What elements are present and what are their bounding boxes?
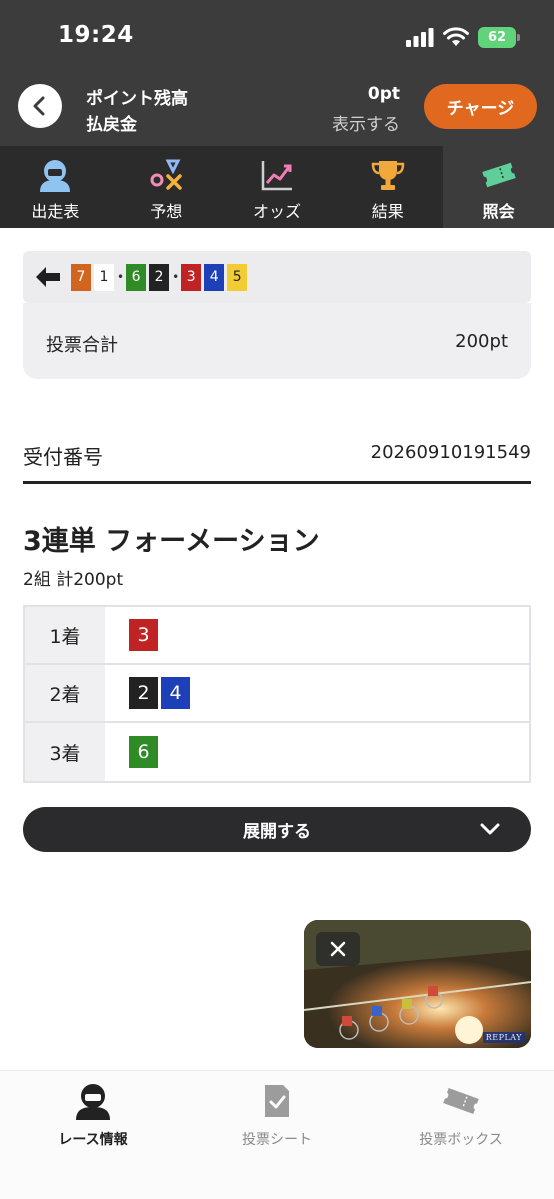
- bottom-nav-race-info[interactable]: レース情報: [23, 1081, 163, 1149]
- bottom-navigation: レース情報 投票シート 投票ボックス: [0, 1070, 554, 1199]
- odds-chart-icon: [258, 158, 296, 192]
- status-icons: 62: [406, 25, 520, 49]
- trophy-icon: [369, 158, 407, 192]
- expand-label: 展開する: [243, 822, 311, 842]
- refund-label: 払戻金: [86, 115, 137, 135]
- close-icon: [330, 941, 346, 957]
- point-balance-label: ポイント残高: [86, 89, 188, 109]
- position-numbers: 3: [129, 607, 158, 663]
- vote-sheet-icon: [257, 1081, 297, 1121]
- expand-button[interactable]: 展開する: [23, 807, 531, 852]
- ticket-combination: 7 1 • 6 2 • 3 4 5: [71, 263, 250, 291]
- bike-number: 5: [227, 263, 248, 291]
- tab-label: 予想: [150, 202, 183, 221]
- battery-indicator: 62: [478, 26, 520, 48]
- bike-number: 1: [94, 263, 114, 291]
- bottom-nav-vote-box[interactable]: 投票ボックス: [391, 1081, 531, 1149]
- replay-badge: REPLAY: [482, 1032, 525, 1043]
- tab-label: 照会: [482, 202, 515, 221]
- receipt-number-label: 受付番号: [23, 445, 103, 469]
- ticket-summary: 7 1 • 6 2 • 3 4 5: [23, 251, 531, 303]
- formation-table: 1着 3 2着 2 4 3着 6: [23, 605, 531, 783]
- bike-number: 3: [129, 619, 158, 651]
- receipt-number-value: 20260910191549: [370, 442, 531, 463]
- ticket-icon: [480, 158, 518, 192]
- position-label: 1着: [25, 607, 105, 663]
- position-label: 3着: [25, 723, 105, 781]
- table-row: 1着 3: [25, 607, 529, 665]
- tab-label: 結果: [371, 202, 404, 221]
- vote-total-box: 投票合計 200pt: [23, 303, 531, 379]
- bike-number: 6: [126, 263, 147, 291]
- bet-summary: 2組 計200pt: [23, 570, 124, 590]
- table-row: 2着 2 4: [25, 665, 529, 723]
- racer-icon: [36, 158, 74, 192]
- bottom-nav-label: 投票ボックス: [419, 1132, 503, 1148]
- vote-total-value: 200pt: [455, 331, 508, 352]
- status-time: 19:24: [58, 22, 134, 48]
- separator-dot: •: [117, 270, 125, 284]
- position-label: 2着: [25, 665, 105, 721]
- bottom-nav-vote-sheet[interactable]: 投票シート: [207, 1081, 347, 1149]
- divider: [23, 481, 531, 484]
- charge-button[interactable]: チャージ: [424, 84, 537, 129]
- point-balance-value: 0pt: [367, 84, 400, 104]
- main-tabs: 出走表 予想 オッズ 結果 照会: [0, 146, 554, 228]
- bike-number: 6: [129, 736, 158, 768]
- signal-icon: [406, 28, 434, 47]
- bike-number: 2: [129, 677, 158, 709]
- app-header: 19:24 62 ポイント残高 払戻金 0pt 表示する チャージ: [0, 0, 554, 146]
- tab-odds[interactable]: オッズ: [222, 146, 333, 228]
- tab-results[interactable]: 結果: [332, 146, 443, 228]
- bottom-nav-label: 投票シート: [242, 1132, 312, 1148]
- show-refund-link[interactable]: 表示する: [332, 110, 400, 135]
- tab-inquiry[interactable]: 照会: [443, 146, 554, 228]
- close-video-button[interactable]: [316, 932, 360, 966]
- back-button[interactable]: [18, 84, 62, 128]
- position-numbers: 6: [129, 723, 158, 781]
- tab-label: 出走表: [31, 202, 80, 221]
- bike-number: 4: [204, 263, 225, 291]
- table-row: 3着 6: [25, 723, 529, 781]
- prediction-icon: [147, 158, 185, 192]
- bottom-nav-label: レース情報: [58, 1132, 128, 1148]
- bike-number: 7: [71, 263, 91, 291]
- chevron-down-icon: [480, 823, 500, 835]
- arrow-left-icon: [36, 267, 60, 287]
- wifi-icon: [443, 27, 469, 46]
- bet-type-title: 3連単 フォーメーション: [23, 526, 320, 557]
- race-replay-video[interactable]: REPLAY: [304, 920, 531, 1048]
- chevron-left-icon: [33, 96, 45, 116]
- position-numbers: 2 4: [129, 665, 190, 721]
- battery-level: 62: [487, 29, 507, 45]
- ticket-box-icon: [441, 1081, 481, 1121]
- tab-prediction[interactable]: 予想: [111, 146, 222, 228]
- tab-race-card[interactable]: 出走表: [0, 146, 111, 228]
- tab-label: オッズ: [252, 202, 301, 221]
- separator-dot: •: [172, 270, 180, 284]
- racer-icon: [73, 1081, 113, 1121]
- bike-number: 4: [161, 677, 190, 709]
- bike-number: 2: [149, 263, 170, 291]
- bike-number: 3: [181, 263, 202, 291]
- vote-total-label: 投票合計: [46, 335, 118, 356]
